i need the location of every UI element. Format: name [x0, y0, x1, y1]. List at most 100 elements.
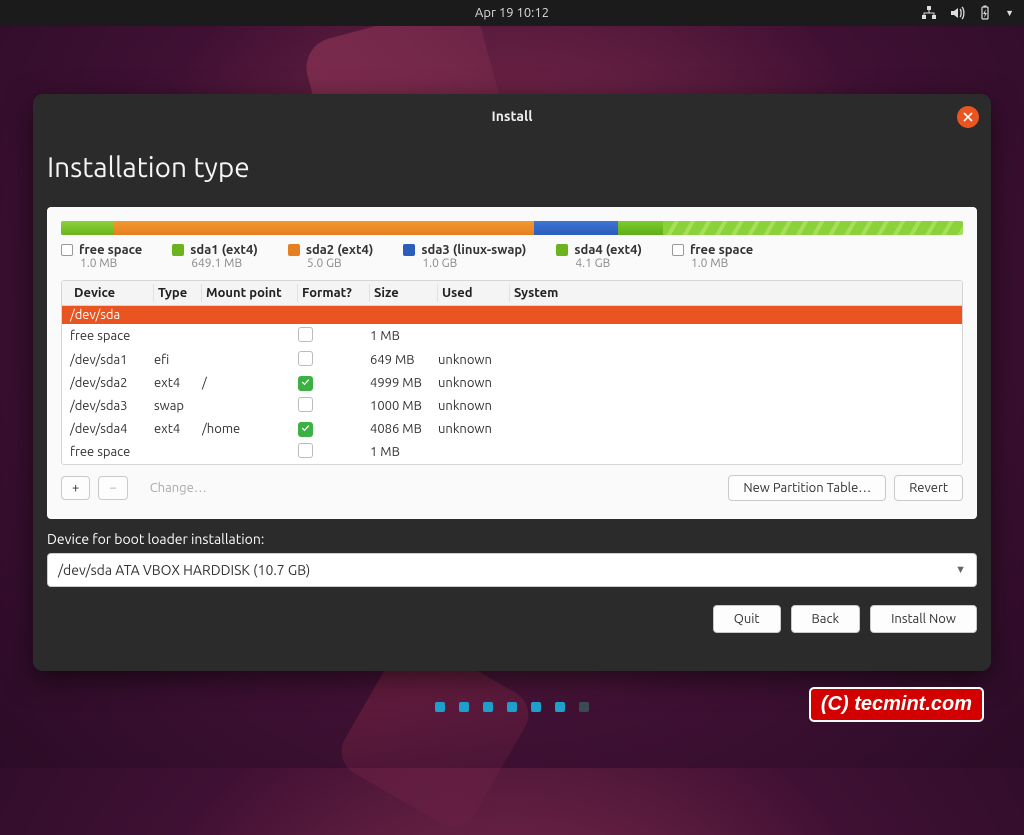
legend-item: sda2 (ext4)5.0 GB: [288, 243, 374, 270]
col-size[interactable]: Size: [370, 284, 438, 302]
legend-size: 1.0 MB: [691, 257, 753, 270]
format-checkbox[interactable]: [298, 327, 313, 342]
legend-swatch: [672, 244, 684, 256]
legend-label: sda2 (ext4): [306, 243, 374, 257]
sys-menu-caret-icon[interactable]: ▼: [1005, 8, 1014, 18]
table-cell: 4999 MB: [370, 376, 438, 390]
legend-label: free space: [79, 243, 142, 257]
table-row[interactable]: /dev/sda1efi 649 MBunknown: [62, 348, 962, 372]
table-row[interactable]: /dev/sda3swap 1000 MBunknown: [62, 394, 962, 418]
watermark: (C) tecmint.com: [809, 687, 984, 722]
add-partition-button[interactable]: +: [61, 476, 90, 500]
table-cell: [298, 375, 370, 391]
boot-loader-device-value: /dev/sda ATA VBOX HARDDISK (10.7 GB): [58, 562, 310, 578]
change-button[interactable]: Change…: [136, 476, 221, 500]
partition-segment[interactable]: [534, 221, 618, 235]
legend-size: 649.1 MB: [191, 257, 258, 270]
format-checkbox[interactable]: [298, 397, 313, 412]
legend-swatch: [172, 244, 184, 256]
install-now-button[interactable]: Install Now: [870, 605, 977, 633]
table-cell: unknown: [438, 422, 510, 436]
partition-segment[interactable]: [61, 221, 114, 235]
table-cell: /dev/sda3: [70, 399, 154, 413]
device-group-row[interactable]: /dev/sda: [62, 306, 962, 324]
battery-icon[interactable]: [977, 5, 993, 21]
dot: [459, 702, 469, 712]
legend-swatch: [403, 244, 415, 256]
dot: [483, 702, 493, 712]
volume-icon[interactable]: [949, 5, 965, 21]
table-row[interactable]: free space1 MB: [62, 324, 962, 348]
table-header-row: Device Type Mount point Format? Size Use…: [62, 281, 962, 306]
new-partition-table-button[interactable]: New Partition Table…: [728, 475, 886, 501]
revert-button[interactable]: Revert: [894, 475, 963, 501]
partition-segment[interactable]: [114, 221, 533, 235]
titlebar: Install: [33, 94, 991, 138]
legend-item: free space1.0 MB: [61, 243, 142, 270]
dot: [531, 702, 541, 712]
network-icon[interactable]: [921, 5, 937, 21]
legend-swatch: [61, 244, 73, 256]
legend-item: sda3 (linux-swap)1.0 GB: [403, 243, 526, 270]
table-cell: 4086 MB: [370, 422, 438, 436]
table-cell: unknown: [438, 399, 510, 413]
col-mount[interactable]: Mount point: [202, 284, 298, 302]
dot: [507, 702, 517, 712]
device-table: Device Type Mount point Format? Size Use…: [61, 280, 963, 465]
legend-swatch: [288, 244, 300, 256]
table-cell: 1000 MB: [370, 399, 438, 413]
partition-segment[interactable]: [618, 221, 663, 235]
legend-item: free space1.0 MB: [672, 243, 753, 270]
partition-segment[interactable]: [663, 221, 963, 235]
col-device[interactable]: Device: [70, 284, 154, 302]
table-cell: efi: [154, 353, 202, 367]
table-cell: unknown: [438, 376, 510, 390]
remove-partition-button[interactable]: −: [98, 476, 127, 500]
table-cell: [298, 327, 370, 345]
table-row[interactable]: free space1 MB: [62, 440, 962, 464]
legend-size: 5.0 GB: [307, 257, 374, 270]
dot: [435, 702, 445, 712]
install-window: Install Installation type free space1.0 …: [33, 94, 991, 671]
legend-swatch: [556, 244, 568, 256]
col-type[interactable]: Type: [154, 284, 202, 302]
legend-item: sda1 (ext4)649.1 MB: [172, 243, 258, 270]
legend-size: 4.1 GB: [575, 257, 642, 270]
table-row[interactable]: /dev/sda2ext4/ 4999 MBunknown: [62, 372, 962, 394]
legend-size: 1.0 GB: [422, 257, 526, 270]
format-checkbox[interactable]: [298, 422, 313, 437]
table-cell: 1 MB: [370, 445, 438, 459]
boot-loader-device-select[interactable]: /dev/sda ATA VBOX HARDDISK (10.7 GB) ▼: [47, 553, 977, 587]
close-button[interactable]: [957, 106, 979, 128]
col-format[interactable]: Format?: [298, 284, 370, 302]
chevron-down-icon: ▼: [955, 564, 966, 576]
table-cell: 649 MB: [370, 353, 438, 367]
legend-label: sda1 (ext4): [190, 243, 258, 257]
table-cell: ext4: [154, 422, 202, 436]
partition-bar[interactable]: [61, 221, 963, 235]
table-cell: /dev/sda4: [70, 422, 154, 436]
table-cell: swap: [154, 399, 202, 413]
table-cell: ext4: [154, 376, 202, 390]
legend-item: sda4 (ext4)4.1 GB: [556, 243, 642, 270]
format-checkbox[interactable]: [298, 376, 313, 391]
back-button[interactable]: Back: [791, 605, 861, 633]
col-system[interactable]: System: [510, 284, 954, 302]
quit-button[interactable]: Quit: [713, 605, 781, 633]
legend-label: sda3 (linux-swap): [421, 243, 526, 257]
table-cell: free space: [70, 329, 154, 343]
col-used[interactable]: Used: [438, 284, 510, 302]
partition-panel: free space1.0 MBsda1 (ext4)649.1 MBsda2 …: [47, 207, 977, 519]
table-cell: /dev/sda1: [70, 353, 154, 367]
format-checkbox[interactable]: [298, 443, 313, 458]
clock[interactable]: Apr 19 10:12: [475, 6, 549, 20]
table-row[interactable]: /dev/sda4ext4/home4086 MBunknown: [62, 418, 962, 440]
legend-label: sda4 (ext4): [574, 243, 642, 257]
legend-size: 1.0 MB: [80, 257, 142, 270]
format-checkbox[interactable]: [298, 351, 313, 366]
table-cell: [298, 397, 370, 415]
table-cell: /: [202, 376, 298, 390]
table-cell: /dev/sda2: [70, 376, 154, 390]
window-title: Install: [492, 108, 533, 124]
table-cell: unknown: [438, 353, 510, 367]
